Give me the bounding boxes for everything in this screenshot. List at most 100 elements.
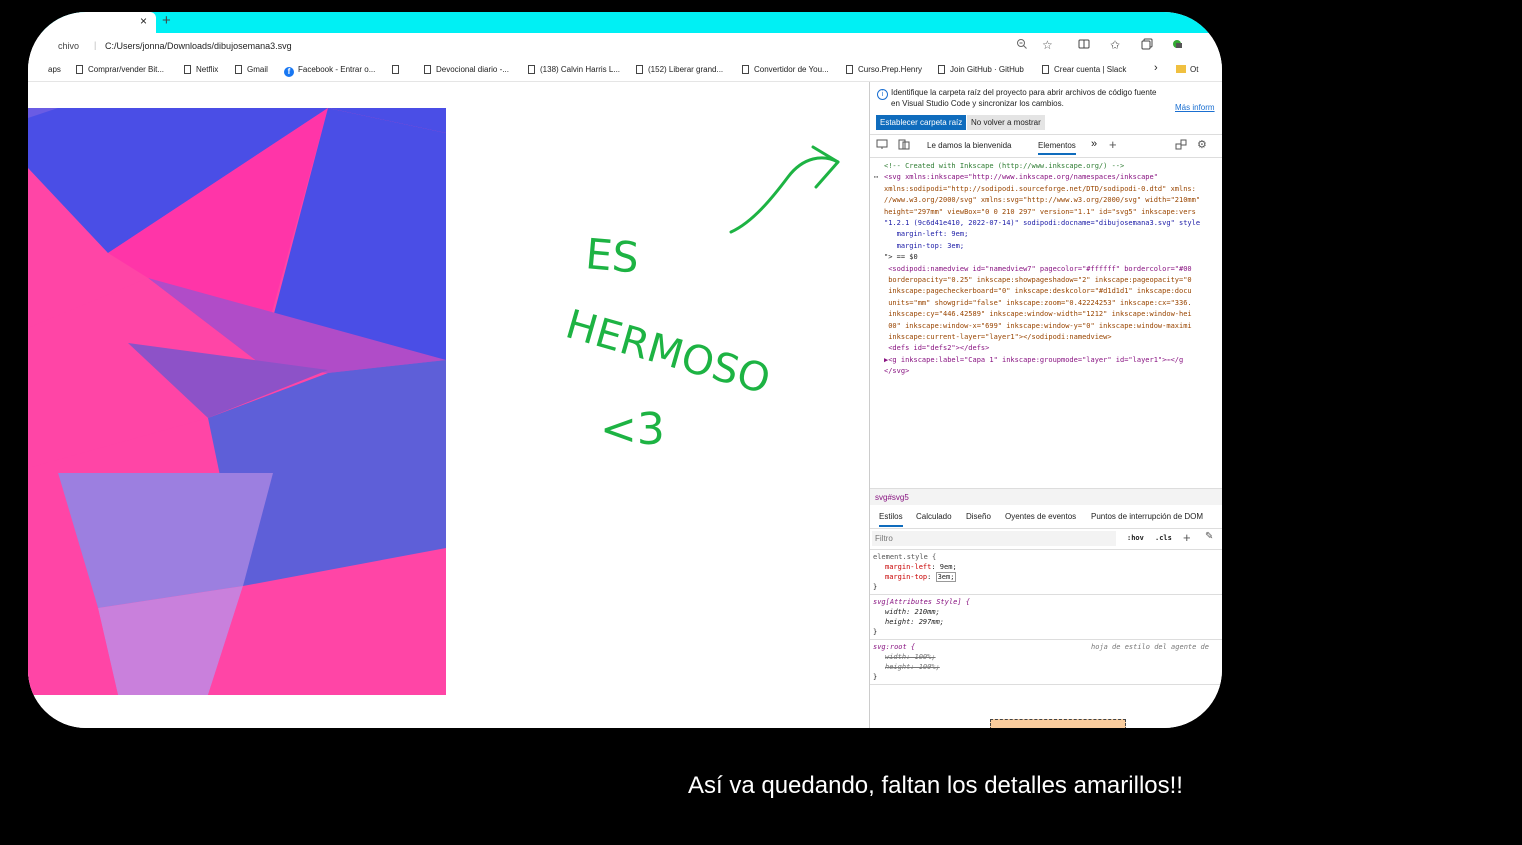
tab-elements[interactable]: Elementos (1038, 141, 1076, 155)
favorite-star-icon[interactable]: ☆ (1042, 38, 1053, 52)
folder-icon (1176, 65, 1186, 73)
style-rule: svg:root { hoja de estilo del agente de … (870, 640, 1222, 685)
dom-node-line[interactable]: units="mm" showgrid="false" inkscape:zoo… (884, 298, 1191, 309)
dom-node-line[interactable]: inkscape:current-layer="layer1"></sodipo… (884, 332, 1111, 343)
address-prefix: chivo (58, 41, 80, 51)
bookmark-item[interactable]: Crear cuenta | Slack (1042, 65, 1126, 74)
bookmark-item[interactable]: aps (48, 65, 61, 74)
handwritten-annotation: ES HERMOSO <3 (561, 145, 840, 455)
bookmarks-bar: aps Comprar/vender Bit... Netflix Gmail … (28, 59, 1222, 82)
bookmark-item[interactable]: Gmail (235, 65, 268, 74)
dom-node-line[interactable]: margin-top: 3em; (884, 241, 964, 252)
dom-node-line[interactable]: "> == $0 (884, 252, 918, 263)
dom-node-line[interactable]: 00" inkscape:window-x="699" inkscape:win… (884, 321, 1191, 332)
dom-node-line[interactable]: ▶<g inkscape:label="Capa 1" inkscape:gro… (884, 355, 1183, 366)
bookmark-item[interactable]: Netflix (184, 65, 218, 74)
rule-selector: svg[Attributes Style] { (873, 598, 970, 606)
close-tab-icon[interactable]: × (140, 14, 147, 28)
connection-icon[interactable] (1175, 139, 1187, 152)
rule-close: } (873, 583, 878, 591)
page-icon (424, 65, 431, 74)
rule-source: hoja de estilo del agente de (1090, 643, 1209, 651)
dom-node-line[interactable]: borderopacity="0.25" inkscape:showpagesh… (884, 275, 1191, 286)
style-rules: element.style { margin-left: 9em; margin… (870, 550, 1222, 685)
style-declaration: width: 210mm; (885, 608, 940, 616)
handwriting-es: ES (584, 229, 641, 282)
dom-node-line[interactable]: inkscape:pagecheckerboard="0" inkscape:d… (884, 286, 1191, 297)
bookmark-item[interactable]: Devocional diario -... (424, 65, 509, 74)
extension-icon[interactable] (1171, 38, 1183, 53)
arrow-head (811, 145, 840, 189)
dom-node-line[interactable]: </svg> (884, 366, 909, 377)
zoom-icon[interactable] (1016, 38, 1028, 53)
svg-drawing (28, 108, 446, 695)
collections-icon[interactable] (1141, 38, 1153, 53)
new-rule-icon[interactable]: + (1183, 530, 1191, 545)
dom-node-line[interactable]: xmlns:sodipodi="http://sodipodi.sourcefo… (884, 184, 1196, 195)
style-declaration: width: 100%; (885, 653, 936, 661)
bookmark-folder[interactable]: Ot (1176, 65, 1198, 74)
dom-node-line[interactable]: margin-left: 9em; (884, 229, 969, 240)
inspect-element-icon[interactable] (898, 139, 910, 152)
value-editor-input[interactable]: 3em; (935, 572, 957, 582)
node-options-icon[interactable]: ⋯ (874, 172, 878, 183)
style-declaration[interactable]: margin-top: 3em; (873, 572, 1220, 582)
page-icon (392, 65, 399, 74)
dom-node-line[interactable]: "1.2.1 (9c6d41e410, 2022-07-14)" sodipod… (884, 218, 1200, 229)
dom-node-line[interactable]: //www.w3.org/2000/svg" xmlns:svg="http:/… (884, 195, 1200, 206)
paint-brush-icon[interactable]: ✎ (1205, 531, 1213, 542)
dom-node-line[interactable]: inkscape:cy="446.42589" inkscape:window-… (884, 309, 1191, 320)
page-icon (528, 65, 535, 74)
bookmark-item[interactable]: Comprar/vender Bit... (76, 65, 164, 74)
breadcrumb-item[interactable]: svg#svg5 (875, 493, 909, 502)
new-tab-button[interactable]: + (162, 12, 171, 29)
tab-layout[interactable]: Diseño (966, 512, 991, 521)
more-tabs-icon[interactable]: » (1091, 138, 1097, 150)
tab-computed[interactable]: Calculado (916, 512, 952, 521)
page-content: ES HERMOSO <3 (28, 82, 868, 728)
address-url[interactable]: C:/Users/jonna/Downloads/dibujosemana3.s… (105, 41, 292, 51)
dom-node-line[interactable]: <sodipodi:namedview id="namedview7" page… (884, 264, 1191, 275)
rule-close: } (873, 628, 878, 636)
dom-node-line[interactable]: height="297mm" viewBox="0 0 210 297" ver… (884, 207, 1196, 218)
bookmark-item[interactable]: (152) Liberar grand... (636, 65, 723, 74)
address-bar[interactable]: chivo | C:/Users/jonna/Downloads/dibujos… (28, 33, 1222, 59)
tab-dom-breakpoints[interactable]: Puntos de interrupción de DOM (1091, 512, 1203, 521)
split-screen-icon[interactable] (1078, 38, 1090, 53)
dom-node-line[interactable]: <defs id="defs2"></defs> (884, 343, 989, 354)
dom-node-line[interactable]: <!-- Created with Inkscape (http://www.i… (884, 161, 1124, 172)
bookmark-item[interactable]: (138) Calvin Harris L... (528, 65, 620, 74)
hover-state-toggle[interactable]: :hov (1127, 534, 1144, 542)
styles-pane-tabs: Estilos Calculado Diseño Oyentes de even… (870, 506, 1222, 529)
dom-node-line[interactable]: <svg xmlns:inkscape="http://www.inkscape… (884, 172, 1158, 183)
breadcrumb: svg#svg5 (870, 488, 1222, 505)
bookmark-item[interactable]: Curso.Prep.Henry (846, 65, 922, 74)
screenshot-frame: × + chivo | C:/Users/jonna/Downloads/dib… (28, 12, 1222, 728)
class-toggle[interactable]: .cls (1155, 534, 1172, 542)
browser-tab[interactable]: × (28, 12, 156, 33)
styles-filter-input[interactable] (872, 531, 1116, 546)
bookmarks-overflow-chevron-icon[interactable]: › (1154, 62, 1158, 74)
more-info-link[interactable]: Más inform (1175, 103, 1215, 112)
tab-styles[interactable]: Estilos (879, 512, 903, 527)
set-root-folder-button[interactable]: Establecer carpeta raíz (876, 115, 967, 130)
dont-show-again-button[interactable]: No volver a mostrar (967, 115, 1045, 130)
settings-gear-icon[interactable]: ⚙ (1197, 138, 1207, 151)
info-text: en Visual Studio Code y sincronizar los … (891, 99, 1064, 108)
dom-tree: <!-- Created with Inkscape (http://www.i… (870, 157, 1222, 487)
style-declaration[interactable]: margin-left: 9em; (873, 562, 1220, 572)
tab-welcome[interactable]: Le damos la bienvenida (927, 141, 1012, 150)
bookmark-item[interactable] (392, 65, 404, 74)
facebook-icon: f (284, 67, 294, 77)
favorites-icon[interactable]: ✩ (1110, 38, 1120, 52)
device-emulation-icon[interactable] (876, 139, 888, 152)
info-icon: i (877, 89, 888, 100)
tab-event-listeners[interactable]: Oyentes de eventos (1005, 512, 1076, 521)
page-icon (938, 65, 945, 74)
bookmark-item[interactable]: Convertidor de You... (742, 65, 829, 74)
bookmark-item[interactable]: f Facebook - Entrar o... (284, 65, 375, 77)
arrow-shaft (729, 156, 840, 234)
bookmark-item[interactable]: Join GitHub · GitHub (938, 65, 1024, 74)
devtools-tabs: Le damos la bienvenida Elementos » + ⚙ (870, 134, 1222, 158)
add-tab-icon[interactable]: + (1109, 137, 1117, 152)
